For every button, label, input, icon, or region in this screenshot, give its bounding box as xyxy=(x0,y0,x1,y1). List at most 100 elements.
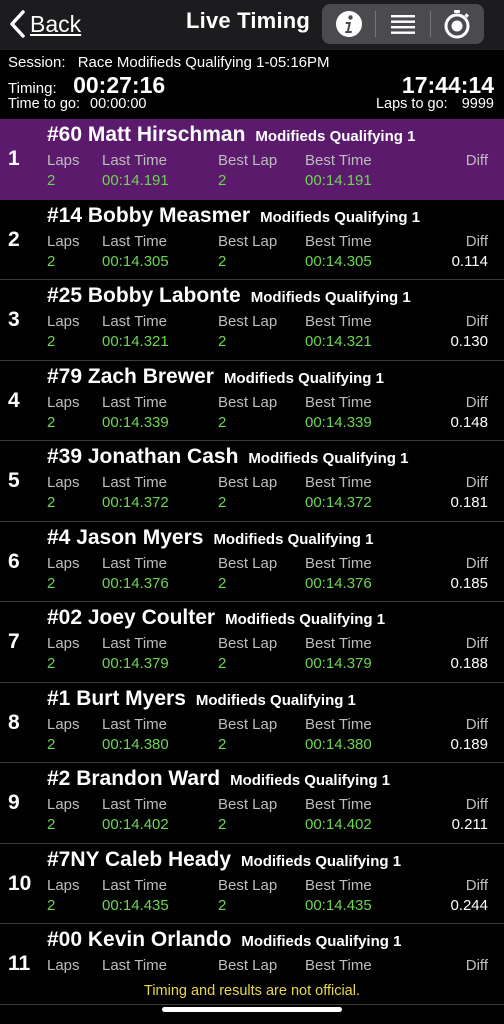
laps-value: 2 xyxy=(47,735,56,753)
last-time-label: Last Time xyxy=(102,876,168,894)
laps-label: Laps xyxy=(47,876,80,894)
driver-name-line: #2 Brandon Ward Modifieds Qualifying 1 xyxy=(47,767,390,791)
best-time-label: Best Time xyxy=(305,474,372,491)
best-lap-label: Best Lap xyxy=(218,796,278,813)
diff-value: 0.188 xyxy=(450,655,488,672)
best-lap-label: Best Lap xyxy=(218,715,278,733)
result-row[interactable]: 2 #14 Bobby Measmer Modifieds Qualifying 1… xyxy=(0,200,504,280)
class-name: Modifieds Qualifying 1 xyxy=(213,530,374,548)
diff-label: Diff xyxy=(465,876,488,894)
result-row[interactable]: 10 #7NY Caleb Heady Modifieds Qualifying 1… xyxy=(0,844,504,924)
driver-name: #14 Bobby Measmer xyxy=(47,203,251,227)
list-icon xyxy=(391,15,415,34)
diff-value: 0.244 xyxy=(450,896,488,914)
last-time-label: Last Time xyxy=(102,796,168,813)
results-list[interactable]: 1 #60 Matt Hirschman Modifieds Qualifying … xyxy=(0,119,504,1005)
best-time-label: Best Time xyxy=(305,876,372,894)
result-row[interactable]: 1 #60 Matt Hirschman Modifieds Qualifying … xyxy=(0,119,504,200)
class-name: Modifieds Qualifying 1 xyxy=(255,128,416,145)
best-time-value: 00:14.339 xyxy=(305,413,372,431)
position: 7 xyxy=(8,630,20,653)
driver-name-line: #60 Matt Hirschman Modifieds Qualifying 1 xyxy=(47,123,415,147)
position: 2 xyxy=(8,227,20,251)
best-time-label: Best Time xyxy=(305,393,372,411)
driver-name-line: #02 Joey Coulter Modifieds Qualifying 1 xyxy=(47,606,385,630)
laps-value: 2 xyxy=(47,655,56,672)
menu-button[interactable] xyxy=(376,4,429,44)
driver-name: #4 Jason Myers xyxy=(47,525,204,549)
diff-value: 0.181 xyxy=(450,494,488,511)
driver-name: #02 Joey Coulter xyxy=(47,606,216,629)
best-time-value: 00:14.402 xyxy=(305,816,372,833)
driver-name: #00 Kevin Orlando xyxy=(47,928,232,951)
page-title: Live Timing xyxy=(186,8,311,33)
diff-label: Diff xyxy=(465,796,488,813)
last-time-label: Last Time xyxy=(102,554,168,572)
last-time-value: 00:14.321 xyxy=(102,333,169,350)
best-lap-value: 2 xyxy=(218,413,227,431)
best-time-label: Best Time xyxy=(305,313,372,330)
position: 4 xyxy=(8,388,20,412)
info-button[interactable] xyxy=(322,4,375,44)
best-time-label: Best Time xyxy=(305,635,372,652)
laps-value: 2 xyxy=(47,574,56,592)
class-name: Modifieds Qualifying 1 xyxy=(241,933,402,950)
result-row[interactable]: 7 #02 Joey Coulter Modifieds Qualifying 1 L… xyxy=(0,602,504,683)
class-name: Modifieds Qualifying 1 xyxy=(225,611,386,628)
best-time-value: 00:14.305 xyxy=(305,252,372,270)
laps-value: 2 xyxy=(47,896,56,914)
driver-name: #2 Brandon Ward xyxy=(47,767,221,790)
best-lap-label: Best Lap xyxy=(218,152,278,169)
laps-value: 2 xyxy=(47,172,56,189)
last-time-value: 00:14.191 xyxy=(102,172,169,189)
diff-label: Diff xyxy=(465,715,488,733)
last-time-value: 00:14.379 xyxy=(102,655,169,672)
best-time-label: Best Time xyxy=(305,232,372,250)
best-time-value: 00:14.372 xyxy=(305,494,372,511)
best-time-value: 00:14.379 xyxy=(305,655,372,672)
position: 9 xyxy=(8,791,20,814)
position: 5 xyxy=(8,469,20,492)
home-indicator[interactable] xyxy=(162,1007,342,1012)
time-to-go-line: Time to go: 00:00:00 Laps to go: 9999 xyxy=(8,96,494,112)
result-row[interactable]: 5 #39 Jonathan Cash Modifieds Qualifying 1… xyxy=(0,441,504,522)
last-time-value: 00:14.372 xyxy=(102,494,169,511)
back-button[interactable]: Back xyxy=(8,6,81,42)
laps-label: Laps xyxy=(47,232,80,250)
last-time-label: Last Time xyxy=(102,957,168,974)
last-time-value: 00:14.305 xyxy=(102,252,169,270)
result-row[interactable]: 4 #79 Zach Brewer Modifieds Qualifying 1 La… xyxy=(0,361,504,441)
laps-to-go-label: Laps to go: xyxy=(375,96,448,112)
best-time-value: 00:14.380 xyxy=(305,735,372,753)
best-time-label: Best Time xyxy=(305,796,372,813)
result-row[interactable]: 3 #25 Bobby Labonte Modifieds Qualifying 1… xyxy=(0,280,504,361)
driver-name: #39 Jonathan Cash xyxy=(47,445,239,468)
position: 3 xyxy=(8,308,20,331)
class-name: Modifieds Qualifying 1 xyxy=(260,208,421,226)
best-time-value: 00:14.321 xyxy=(305,333,372,350)
diff-value: 0.211 xyxy=(451,816,488,833)
result-row[interactable]: 6 #4 Jason Myers Modifieds Qualifying 1 Lap… xyxy=(0,522,504,602)
diff-label: Diff xyxy=(465,474,488,491)
session-name: Race Modifieds Qualifying 1-05:16PM xyxy=(77,54,330,71)
timer-button[interactable] xyxy=(431,4,484,44)
driver-name-line: #4 Jason Myers Modifieds Qualifying 1 xyxy=(47,526,373,550)
laps-value: 2 xyxy=(47,333,56,350)
best-lap-label: Best Lap xyxy=(218,474,278,491)
diff-label: Diff xyxy=(465,957,488,974)
result-row[interactable]: 9 #2 Brandon Ward Modifieds Qualifying 1 La… xyxy=(0,763,504,844)
result-row[interactable]: 8 #1 Burt Myers Modifieds Qualifying 1 Laps… xyxy=(0,683,504,763)
best-lap-value: 2 xyxy=(218,494,227,511)
best-lap-value: 2 xyxy=(218,896,227,914)
laps-label: Laps xyxy=(47,474,80,491)
diff-label: Diff xyxy=(465,232,488,250)
position: 10 xyxy=(8,871,32,895)
laps-value: 2 xyxy=(47,413,56,431)
session-info: Session: Race Modifieds Qualifying 1-05:… xyxy=(0,52,504,118)
best-lap-label: Best Lap xyxy=(218,313,278,330)
time-to-go-label: Time to go: xyxy=(8,96,80,112)
elapsed-time: 00:27:16 xyxy=(73,72,166,98)
session-label: Session: xyxy=(8,54,66,71)
position: 8 xyxy=(8,710,20,734)
position: 11 xyxy=(8,952,31,975)
